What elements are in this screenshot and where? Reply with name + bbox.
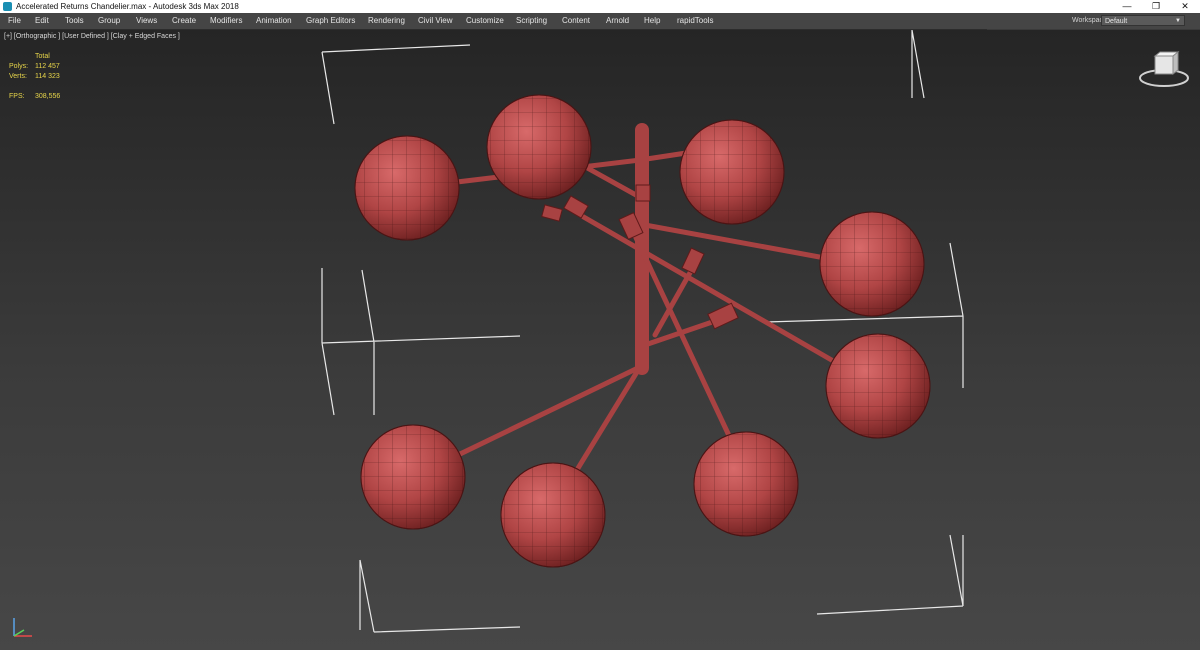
menu-help[interactable]: Help [644,16,660,25]
minimize-button[interactable]: — [1112,0,1142,13]
close-button[interactable]: ✕ [1170,0,1200,13]
window-title: Accelerated Returns Chandelier.max - Aut… [16,2,239,11]
menu-rapidtools[interactable]: rapidTools [677,16,713,25]
workspaces-dropdown[interactable]: Default ▼ [1101,15,1185,26]
menu-create[interactable]: Create [172,16,196,25]
perspective-viewport[interactable]: [+] [Orthographic ] [User Defined ] [Cla… [0,30,1200,650]
menu-views[interactable]: Views [136,16,157,25]
axis-tripod-icon [13,618,32,637]
menu-bar: File Edit Tools Group Views Create Modif… [0,13,987,30]
menu-modifiers[interactable]: Modifiers [210,16,242,25]
menu-graph-editors[interactable]: Graph Editors [306,16,355,25]
viewcube-icon[interactable] [1138,50,1190,90]
menu-civil-view[interactable]: Civil View [418,16,453,25]
menu-group[interactable]: Group [98,16,120,25]
workspaces-panel: Workspaces: Default ▼ [987,13,1200,29]
menu-scripting[interactable]: Scripting [516,16,547,25]
menu-file[interactable]: File [8,16,21,25]
menu-customize[interactable]: Customize [466,16,504,25]
menu-edit[interactable]: Edit [35,16,49,25]
app-icon[interactable] [3,2,12,11]
title-bar: Accelerated Returns Chandelier.max - Aut… [0,0,1200,13]
menu-rendering[interactable]: Rendering [368,16,405,25]
chandelier-scene[interactable] [0,30,1200,650]
workspaces-value: Default [1105,18,1128,25]
menu-arnold[interactable]: Arnold [606,16,629,25]
chandelier-arms [454,30,838,481]
restore-button[interactable]: ❐ [1141,0,1171,13]
menu-tools[interactable]: Tools [65,16,84,25]
chevron-down-icon: ▼ [1175,18,1181,24]
menu-content[interactable]: Content [562,16,590,25]
menu-animation[interactable]: Animation [256,16,292,25]
